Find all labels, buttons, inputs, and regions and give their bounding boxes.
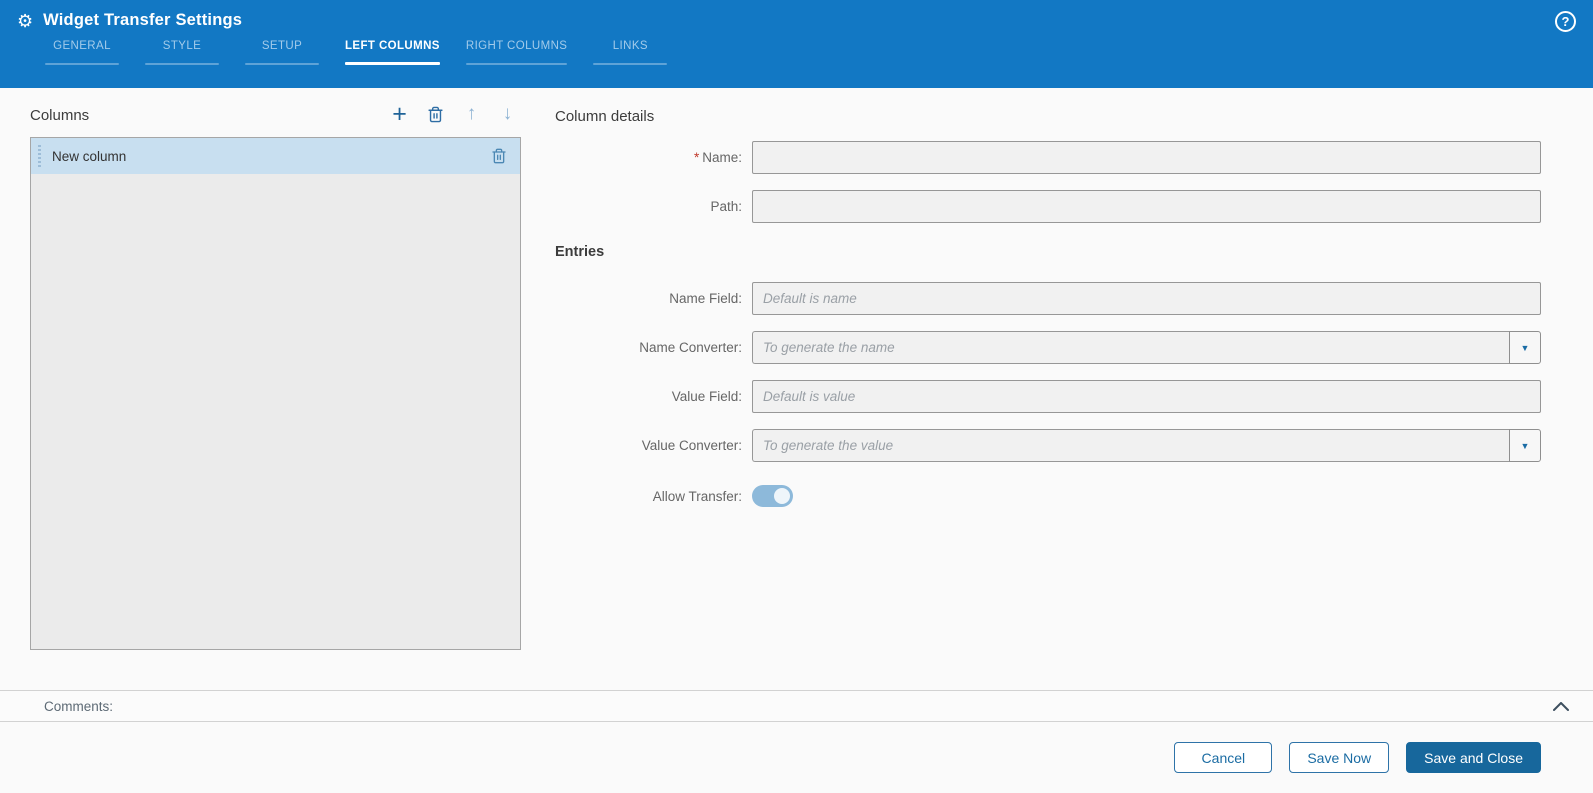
chevron-up-icon xyxy=(1553,701,1569,711)
value-converter-row: Value Converter: ▼ xyxy=(555,429,1541,462)
tab-general-label: GENERAL xyxy=(53,40,111,52)
arrow-down-icon: ↓ xyxy=(502,103,513,124)
comments-expand-button[interactable] xyxy=(1549,698,1573,715)
move-up-button[interactable]: ↑ xyxy=(461,102,482,126)
footer: Cancel Save Now Save and Close xyxy=(0,722,1593,793)
tab-setup[interactable]: SETUP xyxy=(245,40,319,65)
name-label: * Name: xyxy=(693,150,742,165)
cancel-button[interactable]: Cancel xyxy=(1174,742,1273,773)
drag-handle-icon[interactable] xyxy=(38,145,41,167)
tab-left-columns-underline xyxy=(345,62,440,65)
name-field-input[interactable] xyxy=(752,282,1541,315)
value-converter-input[interactable] xyxy=(752,429,1509,462)
allow-transfer-label: Allow Transfer: xyxy=(652,488,742,504)
tab-left-columns-label: LEFT COLUMNS xyxy=(345,40,440,52)
dialog-header: ⚙ Widget Transfer Settings ? GENERAL STY… xyxy=(0,0,1593,88)
tab-setup-label: SETUP xyxy=(261,40,303,52)
columns-panel: Columns + ↑ ↓ New column xyxy=(30,102,521,650)
list-item-label: New column xyxy=(52,148,127,164)
tab-right-columns-underline xyxy=(465,63,568,65)
value-field-label: Value Field: xyxy=(671,389,742,404)
columns-header: Columns + ↑ ↓ xyxy=(30,100,521,128)
plus-icon: + xyxy=(392,100,407,128)
required-asterisk: * xyxy=(693,150,700,165)
save-now-button[interactable]: Save Now xyxy=(1289,742,1390,773)
name-field-row: Name Field: xyxy=(555,282,1541,315)
trash-icon xyxy=(428,106,443,122)
list-item-new-column[interactable]: New column xyxy=(31,138,520,174)
caret-down-icon: ▼ xyxy=(1520,440,1530,451)
tab-general[interactable]: GENERAL xyxy=(45,40,119,65)
entries-title: Entries xyxy=(555,244,605,260)
tab-left-columns[interactable]: LEFT COLUMNS xyxy=(345,40,440,65)
name-input[interactable] xyxy=(752,141,1541,174)
name-converter-input[interactable] xyxy=(752,331,1509,364)
caret-down-icon: ▼ xyxy=(1520,342,1530,353)
arrow-up-icon: ↑ xyxy=(466,103,477,124)
name-field-label: Name Field: xyxy=(669,291,742,306)
window-title: Widget Transfer Settings xyxy=(43,11,243,29)
value-field-row: Value Field: xyxy=(555,380,1541,413)
value-converter-combo: ▼ xyxy=(752,429,1541,462)
delete-column-button[interactable] xyxy=(425,102,446,126)
tab-general-underline xyxy=(45,63,119,65)
value-converter-label: Value Converter: xyxy=(641,438,742,453)
tab-right-columns[interactable]: RIGHT COLUMNS xyxy=(465,40,568,65)
name-converter-label: Name Converter: xyxy=(639,340,742,355)
tab-right-columns-label: RIGHT COLUMNS xyxy=(465,40,568,52)
tab-links-underline xyxy=(593,63,668,65)
help-icon[interactable]: ? xyxy=(1555,11,1576,32)
tab-links[interactable]: LINKS xyxy=(593,40,668,65)
allow-transfer-row: Allow Transfer: xyxy=(555,485,1541,507)
columns-panel-title: Columns xyxy=(30,107,90,124)
path-label: Path: xyxy=(710,199,742,214)
move-down-button[interactable]: ↓ xyxy=(497,102,518,126)
value-converter-dropdown-button[interactable]: ▼ xyxy=(1509,429,1541,462)
path-row: Path: xyxy=(555,190,1541,223)
trash-icon xyxy=(492,148,506,164)
tab-bar: GENERAL STYLE SETUP LEFT COLUMNS RIGHT C… xyxy=(45,40,1593,65)
columns-toolbar: + ↑ ↓ xyxy=(389,100,521,128)
save-and-close-button[interactable]: Save and Close xyxy=(1406,742,1541,773)
tab-style-label: STYLE xyxy=(162,40,202,52)
columns-list: New column xyxy=(30,137,521,650)
add-column-button[interactable]: + xyxy=(389,100,410,128)
title-row: ⚙ Widget Transfer Settings xyxy=(0,0,1593,30)
row-delete-button[interactable] xyxy=(491,147,507,165)
tab-style-underline xyxy=(145,63,219,65)
name-row: * Name: xyxy=(555,141,1541,174)
name-converter-row: Name Converter: ▼ xyxy=(555,331,1541,364)
allow-transfer-toggle[interactable] xyxy=(752,485,793,507)
tab-links-label: LINKS xyxy=(612,40,648,52)
comments-bar: Comments: xyxy=(0,690,1593,722)
toggle-knob xyxy=(774,488,790,504)
value-field-input[interactable] xyxy=(752,380,1541,413)
name-converter-combo: ▼ xyxy=(752,331,1541,364)
column-details-title: Column details xyxy=(555,108,655,125)
path-input[interactable] xyxy=(752,190,1541,223)
name-converter-dropdown-button[interactable]: ▼ xyxy=(1509,331,1541,364)
tab-setup-underline xyxy=(245,63,319,65)
column-details-panel: Column details * Name: Path: Entries Name… xyxy=(555,104,1541,523)
tab-style[interactable]: STYLE xyxy=(145,40,219,65)
gear-icon: ⚙ xyxy=(17,10,34,31)
comments-label: Comments: xyxy=(44,698,114,714)
